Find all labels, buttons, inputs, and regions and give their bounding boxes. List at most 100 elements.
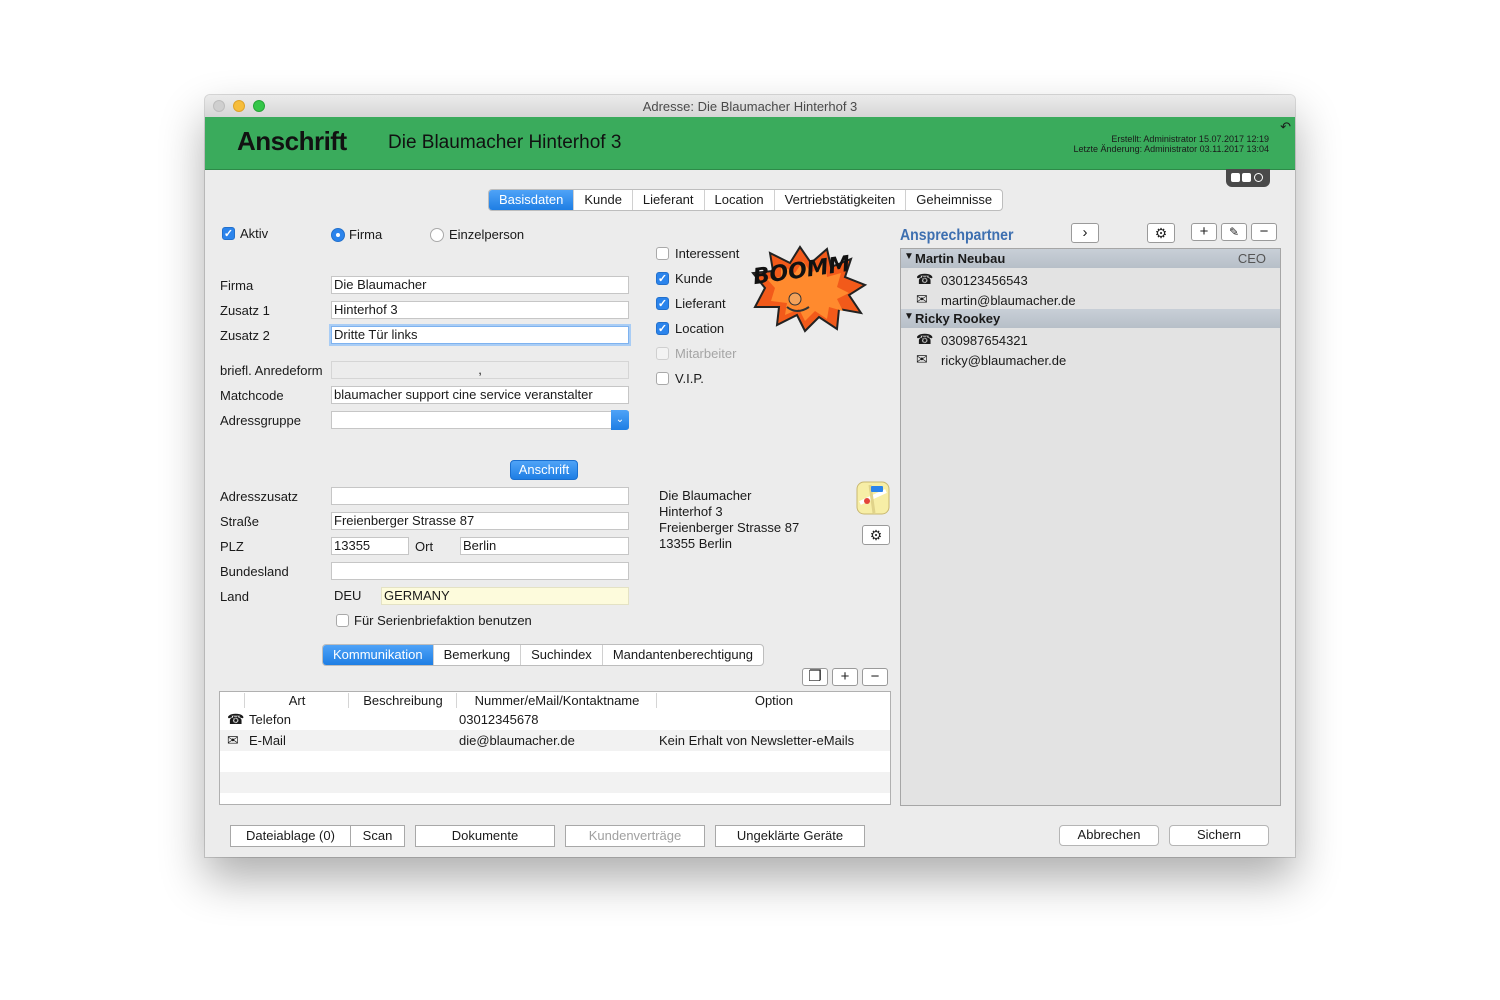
ort-field[interactable]: Berlin: [460, 537, 629, 555]
location-label: Location: [675, 321, 725, 336]
kundenvertraege-button: Kundenverträge: [565, 825, 705, 847]
ort-label: Ort: [415, 539, 434, 554]
contact-email-row[interactable]: ✉ ricky@blaumacher.de: [901, 350, 1280, 370]
address-preview-line: Die Blaumacher: [659, 488, 752, 503]
aktiv-label: Aktiv: [240, 226, 269, 241]
phone-icon: ☎: [916, 331, 934, 347]
zusatz2-field[interactable]: Dritte Tür links: [331, 326, 629, 344]
contact-phone-row[interactable]: ☎ 030987654321: [901, 330, 1280, 350]
header-heading: Anschrift: [237, 126, 347, 156]
contact-phone-row[interactable]: ☎ 030123456543: [901, 270, 1280, 290]
contact-group-header[interactable]: ▼ Martin Neubau CEO: [901, 249, 1280, 268]
row-art: Telefon: [249, 712, 291, 727]
address-preview-line: Hinterhof 3: [659, 504, 723, 519]
contact-phone: 030987654321: [941, 333, 1028, 348]
firma-radio-label: Firma: [349, 227, 383, 242]
serienbrief-checkbox[interactable]: [336, 614, 349, 627]
matchcode-field[interactable]: blaumacher support cine service veransta…: [331, 386, 629, 404]
contacts-gear-icon[interactable]: ⚙: [1147, 223, 1175, 243]
column-header[interactable]: Art: [244, 693, 349, 708]
strasse-field[interactable]: Freienberger Strasse 87: [331, 512, 629, 530]
dateiablage-button[interactable]: Dateiablage (0): [230, 825, 351, 847]
tab-location[interactable]: Location: [705, 190, 775, 210]
adresszusatz-field[interactable]: [331, 487, 629, 505]
column-header[interactable]: Option: [656, 693, 890, 708]
adressgruppe-select[interactable]: [331, 411, 629, 429]
adresszusatz-label: Adresszusatz: [220, 489, 299, 504]
add-contact-icon[interactable]: +: [1191, 223, 1217, 241]
land-label: Land: [220, 589, 249, 604]
created-info: Erstellt: Administrator 15.07.2017 12:19: [1111, 134, 1269, 144]
firma-field[interactable]: Die Blaumacher: [331, 276, 629, 294]
table-header: Art Beschreibung Nummer/eMail/Kontaktnam…: [220, 692, 890, 710]
aktiv-checkbox[interactable]: ✓: [222, 227, 235, 240]
abbrechen-button[interactable]: Abbrechen: [1059, 825, 1159, 846]
mitarbeiter-checkbox: [656, 347, 669, 360]
location-checkbox[interactable]: ✓: [656, 322, 669, 335]
main-tabs: Basisdaten Kunde Lieferant Location Vert…: [488, 189, 1004, 211]
contact-email: martin@blaumacher.de: [941, 293, 1076, 308]
vip-checkbox[interactable]: [656, 372, 669, 385]
scan-button[interactable]: Scan: [350, 825, 405, 847]
interessent-checkbox[interactable]: [656, 247, 669, 260]
matchcode-label: Matchcode: [220, 388, 284, 403]
anschrift-button[interactable]: Anschrift: [510, 460, 578, 480]
add-icon[interactable]: +: [832, 668, 858, 686]
contact-email: ricky@blaumacher.de: [941, 353, 1067, 368]
einzelperson-radio[interactable]: [430, 228, 444, 242]
phone-icon: ☎: [227, 711, 245, 727]
bundesland-field[interactable]: [331, 562, 629, 580]
lieferant-checkbox[interactable]: ✓: [656, 297, 669, 310]
tab-lieferant[interactable]: Lieferant: [633, 190, 705, 210]
kunde-checkbox[interactable]: ✓: [656, 272, 669, 285]
dokumente-button[interactable]: Dokumente: [415, 825, 555, 847]
row-option: Kein Erhalt von Newsletter-eMails: [659, 733, 855, 748]
view-toggle[interactable]: [1226, 169, 1270, 187]
table-row[interactable]: ✉ E-Mail die@blaumacher.de Kein Erhalt v…: [220, 730, 890, 751]
tab-kunde[interactable]: Kunde: [574, 190, 633, 210]
contact-name: Martin Neubau: [915, 251, 1006, 266]
land-name-field[interactable]: GERMANY: [381, 587, 629, 605]
address-gear-icon[interactable]: ⚙: [862, 525, 890, 545]
map-icon[interactable]: [856, 481, 890, 515]
changed-info: Letzte Änderung: Administrator 03.11.201…: [1073, 144, 1269, 154]
address-preview: Die Blaumacher Hinterhof 3 Freienberger …: [659, 488, 799, 552]
remove-icon[interactable]: −: [862, 668, 888, 686]
tab-kommunikation[interactable]: Kommunikation: [323, 645, 434, 665]
contact-name: Ricky Rookey: [915, 311, 1001, 326]
anrede-label: briefl. Anredeform: [220, 363, 323, 378]
contact-group-header[interactable]: ▼ Ricky Rookey: [901, 309, 1280, 328]
tab-bemerkung[interactable]: Bemerkung: [434, 645, 522, 665]
zusatz1-field[interactable]: Hinterhof 3: [331, 301, 629, 319]
disclosure-triangle-icon[interactable]: ▼: [904, 311, 914, 322]
tab-mandantenberechtigung[interactable]: Mandantenberechtigung: [603, 645, 763, 665]
remove-contact-icon[interactable]: −: [1251, 223, 1277, 241]
copy-icon[interactable]: ❐: [802, 668, 828, 686]
chevron-down-icon[interactable]: ⌄: [611, 410, 629, 430]
zusatz2-label: Zusatz 2: [220, 328, 270, 343]
communication-table: Art Beschreibung Nummer/eMail/Kontaktnam…: [219, 691, 891, 805]
anrede-field: ,: [331, 361, 629, 379]
tab-suchindex[interactable]: Suchindex: [521, 645, 603, 665]
column-header[interactable]: Nummer/eMail/Kontaktname: [456, 693, 657, 708]
contact-email-row[interactable]: ✉ martin@blaumacher.de: [901, 290, 1280, 310]
tab-geheimnisse[interactable]: Geheimnisse: [906, 190, 1002, 210]
header-record-name: Die Blaumacher Hinterhof 3: [388, 132, 622, 153]
back-arrow-icon[interactable]: ↶: [1280, 119, 1291, 135]
zusatz1-label: Zusatz 1: [220, 303, 270, 318]
column-header[interactable]: Beschreibung: [348, 693, 457, 708]
tab-vertriebstaetigkeiten[interactable]: Vertriebstätigkeiten: [775, 190, 907, 210]
row-art: E-Mail: [249, 733, 286, 748]
sichern-button[interactable]: Sichern: [1169, 825, 1269, 846]
plz-field[interactable]: 13355: [331, 537, 409, 555]
table-row[interactable]: ☎ Telefon 03012345678: [220, 709, 890, 730]
disclosure-triangle-icon[interactable]: ▼: [904, 251, 914, 262]
mail-icon: ✉: [916, 291, 928, 307]
firma-radio[interactable]: [331, 228, 345, 242]
table-row: [220, 751, 890, 772]
chevron-right-icon[interactable]: ›: [1071, 223, 1099, 243]
einzelperson-radio-label: Einzelperson: [449, 227, 525, 242]
ungeklaerte-geraete-button[interactable]: Ungeklärte Geräte: [715, 825, 865, 847]
tab-basisdaten[interactable]: Basisdaten: [489, 190, 575, 210]
edit-contact-icon[interactable]: ✎: [1221, 223, 1247, 241]
